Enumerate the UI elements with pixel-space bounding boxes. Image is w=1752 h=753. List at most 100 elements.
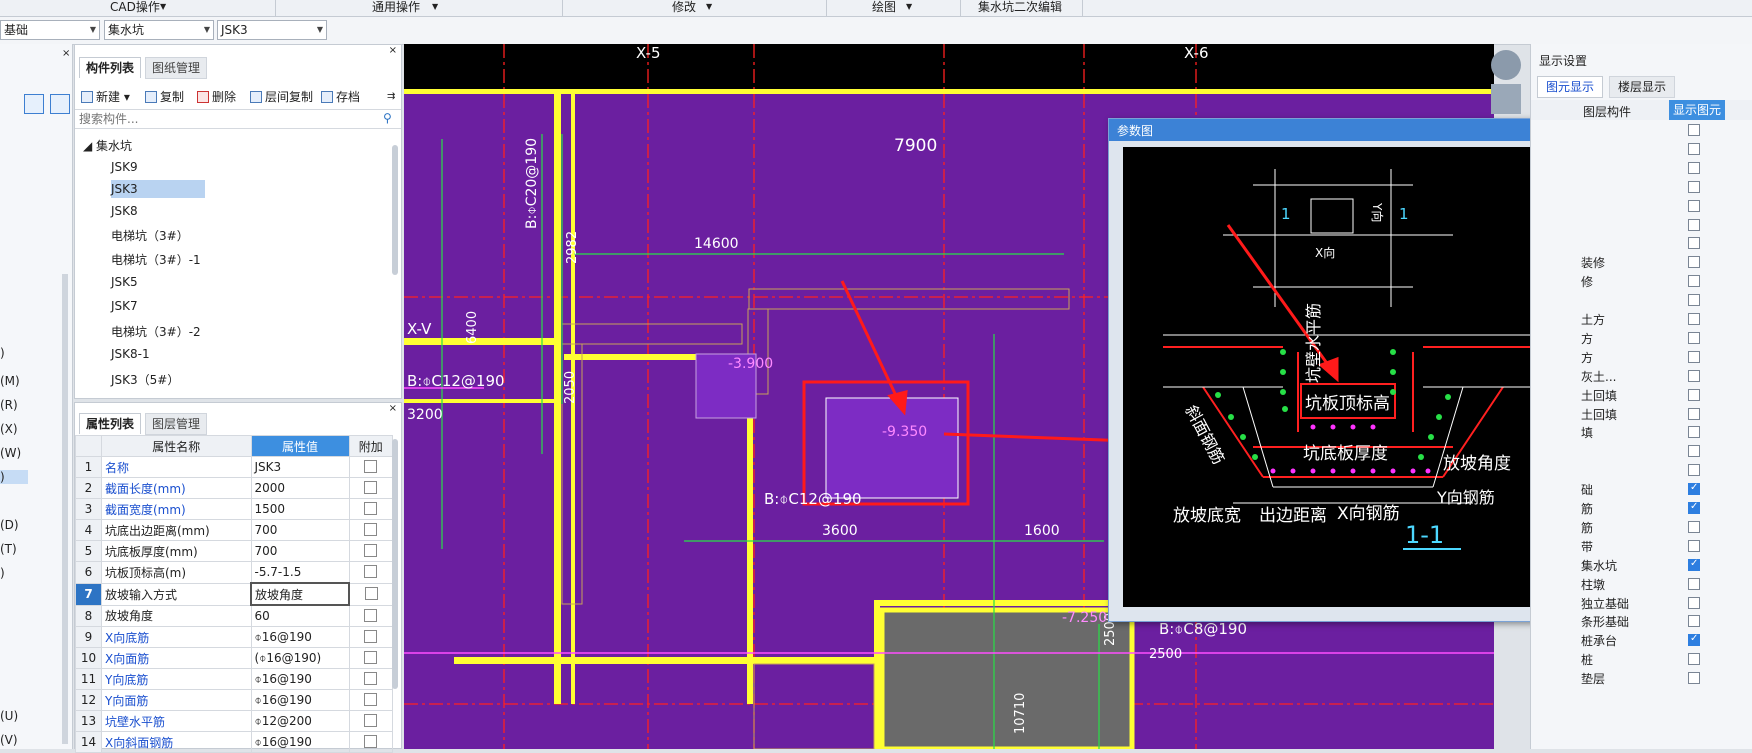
layer-row[interactable]: [1531, 177, 1752, 198]
attach-checkbox[interactable]: [364, 587, 378, 600]
layer-row[interactable]: 填: [1531, 422, 1752, 443]
menu-modify[interactable]: 修改: [672, 0, 696, 16]
tree-item[interactable]: 电梯坑（3#）: [111, 227, 189, 244]
menu-pit-edit[interactable]: 集水坑二次编辑: [978, 0, 1062, 16]
component-name-select[interactable]: JSK3 ▼: [217, 20, 327, 40]
attribute-value[interactable]: 1500: [250, 498, 350, 520]
attach-checkbox[interactable]: [364, 714, 378, 727]
tab-component-list[interactable]: 构件列表: [79, 57, 142, 78]
attribute-value[interactable]: ⌽12@200: [250, 710, 350, 732]
attach-checkbox[interactable]: [364, 565, 378, 579]
table-row[interactable]: 10 X向面筋 (⌽16@190): [75, 647, 393, 669]
delete-button[interactable]: 删除: [197, 88, 236, 106]
display-checkbox[interactable]: [1688, 331, 1700, 344]
attribute-value[interactable]: -5.7-1.5: [250, 561, 350, 584]
tree-item[interactable]: JSK8-1: [111, 347, 150, 361]
attach-checkbox[interactable]: [364, 735, 378, 748]
more-icon[interactable]: ⇉: [387, 88, 395, 106]
nav-item[interactable]: ): [0, 566, 5, 580]
orbit-icon[interactable]: [1491, 50, 1521, 80]
table-row[interactable]: 6 坑板顶标高(m) -5.7-1.5: [75, 561, 393, 584]
dialog-title-bar[interactable]: 参数图 ×: [1109, 119, 1601, 141]
layer-row[interactable]: 方: [1531, 328, 1752, 349]
attribute-value[interactable]: JSK3: [250, 456, 350, 478]
table-row[interactable]: 4 坑底出边距离(mm) 700: [75, 519, 393, 541]
layer-row[interactable]: 垫层: [1531, 668, 1752, 689]
attribute-value[interactable]: ⌽16@190: [250, 626, 350, 648]
attach-checkbox[interactable]: [364, 481, 378, 494]
layer-row[interactable]: 带: [1531, 536, 1752, 557]
layer-row[interactable]: 筋: [1531, 498, 1752, 519]
layer-row[interactable]: [1531, 441, 1752, 462]
layer-row[interactable]: 灰土...: [1531, 366, 1752, 387]
tree-item[interactable]: 电梯坑（3#）-2: [111, 323, 201, 340]
layer-row[interactable]: 条形基础: [1531, 611, 1752, 632]
attribute-value[interactable]: 2000: [250, 477, 350, 499]
layer-row[interactable]: [1531, 233, 1752, 254]
close-icon[interactable]: ×: [62, 48, 70, 59]
table-row[interactable]: 2 截面长度(mm) 2000: [75, 477, 393, 499]
attribute-value[interactable]: ⌽16@190: [250, 668, 350, 690]
table-row[interactable]: 8 放坡角度 60: [75, 604, 393, 627]
scrollbar[interactable]: [62, 274, 68, 744]
nav-item-selected[interactable]: ): [0, 470, 28, 484]
layer-row[interactable]: 筋: [1531, 517, 1752, 538]
layer-row[interactable]: [1531, 120, 1752, 141]
menu-draw[interactable]: 绘图: [872, 0, 896, 16]
display-checkbox[interactable]: [1688, 672, 1700, 685]
attach-checkbox[interactable]: [364, 651, 378, 664]
tab-drawing-management[interactable]: 图纸管理: [145, 57, 208, 79]
display-checkbox[interactable]: [1688, 577, 1700, 590]
close-icon[interactable]: ×: [389, 45, 397, 56]
display-checkbox[interactable]: [1688, 426, 1700, 439]
layer-row[interactable]: 独立基础: [1531, 593, 1752, 614]
scrollbar[interactable]: [392, 145, 398, 275]
table-row[interactable]: 11 Y向底筋 ⌽16@190: [75, 668, 393, 690]
layer-row[interactable]: 方: [1531, 347, 1752, 368]
tree-root[interactable]: ◢ 集水坑: [83, 137, 132, 154]
display-checkbox[interactable]: [1688, 294, 1700, 307]
display-checkbox[interactable]: [1688, 350, 1700, 363]
grid-view-icon[interactable]: [50, 94, 70, 114]
layer-row[interactable]: 修: [1531, 271, 1752, 292]
table-row[interactable]: 5 坑底板厚度(mm) 700: [75, 540, 393, 562]
search-input[interactable]: [75, 109, 401, 129]
attach-checkbox[interactable]: [364, 460, 378, 473]
search-icon[interactable]: ⚲: [383, 111, 392, 125]
attach-checkbox[interactable]: [364, 544, 378, 557]
attach-checkbox[interactable]: [364, 672, 378, 685]
display-checkbox[interactable]: [1688, 558, 1700, 571]
display-checkbox[interactable]: [1688, 313, 1700, 325]
attribute-value[interactable]: 60: [250, 604, 350, 627]
table-row[interactable]: 9 X向底筋 ⌽16@190: [75, 626, 393, 648]
attribute-value[interactable]: ⌽16@190: [250, 689, 350, 711]
tree-item[interactable]: 电梯坑（3#）-1: [111, 251, 201, 268]
close-icon[interactable]: ×: [389, 403, 397, 414]
display-checkbox[interactable]: [1688, 445, 1700, 458]
display-checkbox[interactable]: [1688, 482, 1700, 496]
display-checkbox[interactable]: [1688, 142, 1700, 155]
tab-element-display[interactable]: 图元显示: [1537, 76, 1604, 98]
tree-item[interactable]: JSK8: [111, 204, 138, 218]
menu-cad-ops[interactable]: CAD操作: [110, 0, 160, 16]
list-view-icon[interactable]: [24, 94, 44, 114]
attach-checkbox[interactable]: [364, 608, 378, 622]
display-checkbox[interactable]: [1688, 369, 1700, 382]
layer-row[interactable]: 柱墩: [1531, 574, 1752, 595]
table-row[interactable]: 3 截面宽度(mm) 1500: [75, 498, 393, 520]
display-checkbox[interactable]: [1688, 596, 1700, 609]
new-button[interactable]: 新建 ▾: [81, 88, 130, 106]
display-checkbox[interactable]: [1688, 653, 1700, 666]
layer-row[interactable]: [1531, 215, 1752, 236]
display-checkbox[interactable]: [1688, 124, 1700, 136]
tab-floor-display[interactable]: 楼层显示: [1609, 76, 1676, 98]
nav-item[interactable]: (W): [0, 446, 21, 460]
attribute-value[interactable]: ⌽16@190: [250, 731, 350, 753]
display-checkbox[interactable]: [1688, 388, 1700, 401]
tree-item[interactable]: JSK7: [111, 299, 138, 313]
display-checkbox[interactable]: [1688, 218, 1700, 231]
display-checkbox[interactable]: [1688, 275, 1700, 288]
display-checkbox[interactable]: [1688, 539, 1700, 552]
nav-item[interactable]: (T): [0, 542, 17, 556]
layer-row[interactable]: 集水坑: [1531, 555, 1752, 576]
